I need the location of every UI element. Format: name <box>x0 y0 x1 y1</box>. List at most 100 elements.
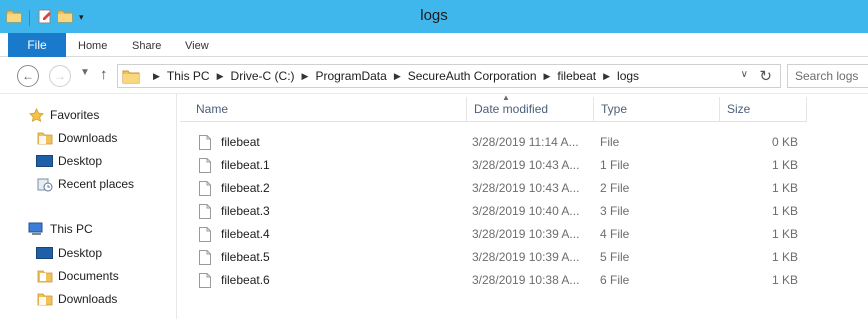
file-type: File <box>600 135 620 149</box>
refresh-icon[interactable]: ↻ <box>759 67 772 85</box>
file-name: filebeat.1 <box>221 158 270 172</box>
nav-item-this-pc-downloads[interactable]: Downloads <box>36 289 117 309</box>
tab-file[interactable]: File <box>8 33 66 57</box>
file-name-cell: filebeat.5 <box>199 246 270 269</box>
file-type: 4 File <box>600 227 630 241</box>
nav-item-desktop[interactable]: Desktop <box>36 151 102 171</box>
file-date: 3/28/2019 10:43 A... <box>472 158 580 172</box>
navigation-pane: Favorites Downloads Desktop Recent place… <box>0 94 176 319</box>
file-name: filebeat.5 <box>221 250 270 264</box>
file-size: 1 KB <box>771 273 798 287</box>
column-header-name[interactable]: Name <box>189 97 467 121</box>
documents-folder-icon <box>36 269 53 283</box>
breadcrumb-programdata[interactable]: ProgramData <box>315 69 386 83</box>
file-name-cell: filebeat <box>199 131 260 154</box>
chevron-right-icon[interactable]: ▶ <box>394 71 401 82</box>
file-date: 3/28/2019 10:39 A... <box>472 250 580 264</box>
nav-item-label: Downloads <box>58 292 118 306</box>
address-bar[interactable]: ▶ This PC ▶ Drive-C (C:) ▶ ProgramData ▶… <box>117 64 781 88</box>
chevron-right-icon[interactable]: ▶ <box>153 71 160 82</box>
nav-item-downloads[interactable]: Downloads <box>36 128 117 148</box>
nav-item-label: Recent places <box>58 177 135 191</box>
breadcrumb-filebeat[interactable]: filebeat <box>557 69 596 83</box>
file-name-cell: filebeat.1 <box>199 154 270 177</box>
title-bar: ▾ logs <box>0 0 868 33</box>
nav-item-recent-places[interactable]: Recent places <box>36 174 134 194</box>
nav-favorites-label: Favorites <box>50 108 100 122</box>
file-icon <box>199 135 211 150</box>
nav-item-label: Downloads <box>58 131 118 145</box>
file-type: 5 File <box>600 250 630 264</box>
forward-button[interactable]: → <box>49 65 71 87</box>
file-name-cell: filebeat.4 <box>199 223 270 246</box>
file-row[interactable]: filebeat.4 3/28/2019 10:39 A... 4 File 1… <box>180 223 807 246</box>
content-right-margin <box>807 94 868 319</box>
tab-view[interactable]: View <box>185 33 209 57</box>
computer-icon <box>28 222 45 236</box>
address-history-chevron-icon[interactable]: ∨ <box>741 69 748 80</box>
file-row[interactable]: filebeat.2 3/28/2019 10:43 A... 2 File 1… <box>180 177 807 200</box>
back-arrow-icon: ← <box>22 69 34 83</box>
file-name-cell: filebeat.6 <box>199 269 270 292</box>
search-input[interactable]: Search logs <box>787 64 868 88</box>
nav-favorites[interactable]: Favorites <box>28 105 99 125</box>
back-button[interactable]: ← <box>17 65 39 87</box>
file-row[interactable]: filebeat.5 3/28/2019 10:39 A... 5 File 1… <box>180 246 807 269</box>
file-type: 6 File <box>600 273 630 287</box>
file-row[interactable]: filebeat.1 3/28/2019 10:43 A... 1 File 1… <box>180 154 807 177</box>
tab-home[interactable]: Home <box>78 33 107 57</box>
file-row[interactable]: filebeat.3 3/28/2019 10:40 A... 3 File 1… <box>180 200 807 223</box>
column-header-size[interactable]: Size <box>720 97 807 121</box>
nav-item-label: Desktop <box>58 154 103 168</box>
file-icon <box>199 227 211 242</box>
chevron-right-icon[interactable]: ▶ <box>217 71 224 82</box>
nav-item-label: Desktop <box>58 246 103 260</box>
column-header-type[interactable]: Type <box>594 97 720 121</box>
recent-locations-chevron-icon[interactable]: ▼ <box>80 67 90 78</box>
file-size: 1 KB <box>771 158 798 172</box>
breadcrumb-secureauth[interactable]: SecureAuth Corporation <box>408 69 537 83</box>
file-row[interactable]: filebeat 3/28/2019 11:14 A... File 0 KB <box>180 131 807 154</box>
tab-share[interactable]: Share <box>132 33 161 57</box>
file-icon <box>199 158 211 173</box>
breadcrumb-logs[interactable]: logs <box>617 69 639 83</box>
file-name: filebeat.6 <box>221 273 270 287</box>
file-name: filebeat <box>221 135 260 149</box>
file-row[interactable]: filebeat.6 3/28/2019 10:38 A... 6 File 1… <box>180 269 807 292</box>
file-icon <box>199 204 211 219</box>
nav-this-pc[interactable]: This PC <box>28 219 93 239</box>
breadcrumb-this-pc[interactable]: This PC <box>167 69 210 83</box>
file-name-cell: filebeat.3 <box>199 200 270 223</box>
pane-divider[interactable] <box>176 94 177 319</box>
nav-item-label: Documents <box>58 269 119 283</box>
recent-places-icon <box>36 177 53 191</box>
chevron-right-icon[interactable]: ▶ <box>302 71 309 82</box>
file-name-cell: filebeat.2 <box>199 177 270 200</box>
file-date: 3/28/2019 10:39 A... <box>472 227 580 241</box>
file-name: filebeat.4 <box>221 227 270 241</box>
downloads-folder-icon <box>36 131 53 145</box>
chevron-right-icon[interactable]: ▶ <box>544 71 551 82</box>
ribbon-tabs: File Home Share View <box>0 33 868 57</box>
file-size: 0 KB <box>771 135 798 149</box>
breadcrumb-drive-c[interactable]: Drive-C (C:) <box>231 69 295 83</box>
desktop-icon <box>36 154 53 168</box>
file-date: 3/28/2019 10:43 A... <box>472 181 580 195</box>
nav-item-documents[interactable]: Documents <box>36 266 119 286</box>
file-icon <box>199 181 211 196</box>
file-date: 3/28/2019 10:38 A... <box>472 273 580 287</box>
file-type: 3 File <box>600 204 630 218</box>
nav-item-this-pc-desktop[interactable]: Desktop <box>36 243 102 263</box>
file-size: 1 KB <box>771 204 798 218</box>
file-type: 1 File <box>600 158 630 172</box>
file-name: filebeat.3 <box>221 204 270 218</box>
downloads-folder-icon <box>36 292 53 306</box>
file-size: 1 KB <box>771 250 798 264</box>
column-header-row: ▲ Name Date modified Type Size <box>180 93 807 122</box>
column-header-date-modified[interactable]: Date modified <box>467 97 594 121</box>
chevron-right-icon[interactable]: ▶ <box>603 71 610 82</box>
file-icon <box>199 273 211 288</box>
desktop-folder-icon <box>36 246 53 260</box>
up-arrow-icon[interactable]: ↑ <box>100 66 108 83</box>
file-size: 1 KB <box>771 181 798 195</box>
